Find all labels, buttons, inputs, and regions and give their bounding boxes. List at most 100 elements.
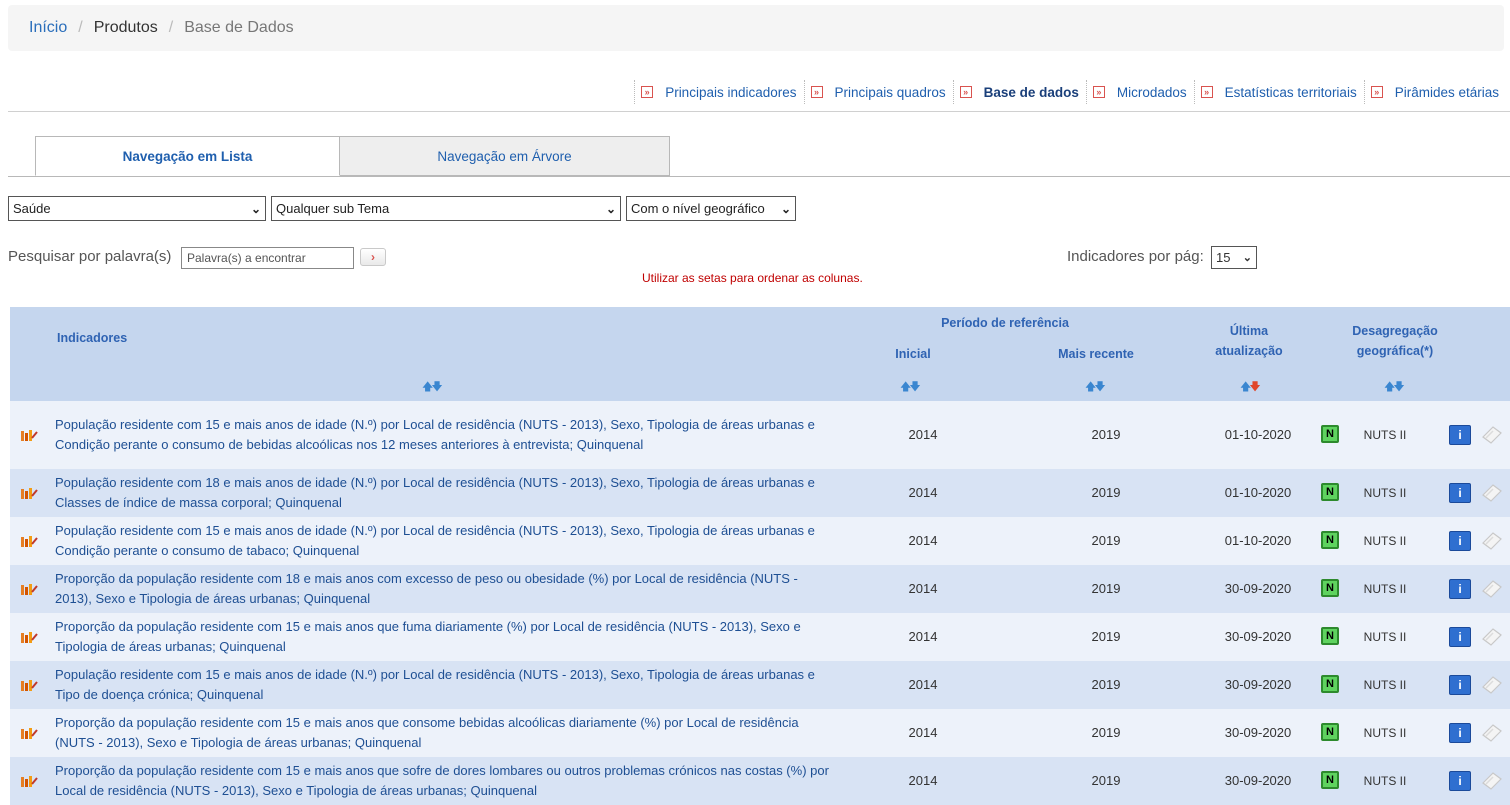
arrow-box-icon: »: [810, 86, 823, 98]
info-icon[interactable]: i: [1449, 771, 1471, 791]
tabs-divider: [8, 176, 1510, 177]
info-icon[interactable]: i: [1449, 627, 1471, 647]
header-recent: Mais recente: [1058, 347, 1134, 361]
subtheme-select-value: Qualquer sub Tema: [276, 201, 390, 216]
add-to-selection-icon[interactable]: [1480, 482, 1504, 504]
product-nav-item[interactable]: » Pirâmides etárias: [1363, 80, 1506, 104]
product-nav-link[interactable]: Estatísticas territoriais: [1225, 85, 1357, 100]
new-badge-icon: N: [1321, 627, 1339, 645]
indicator-link[interactable]: Proporção da população residente com 15 …: [55, 617, 835, 657]
product-nav-item[interactable]: » Microdados: [1085, 80, 1194, 104]
cell-updated: 30-09-2020: [1224, 629, 1292, 644]
add-to-selection-icon[interactable]: [1480, 674, 1504, 696]
indicator-link[interactable]: População residente com 15 e mais anos d…: [55, 415, 835, 455]
indicator-link[interactable]: Proporção da população residente com 18 …: [55, 569, 835, 609]
tab-list-navigation[interactable]: Navegação em Lista: [35, 136, 340, 176]
cell-initial: 2014: [908, 773, 938, 788]
cell-initial: 2014: [908, 533, 938, 548]
sort-arrows-disaggregation[interactable]: 🡅🡇: [1384, 378, 1405, 397]
per-page-label: Indicadores por pág:: [1067, 248, 1204, 265]
sort-up-icon[interactable]: 🡅: [422, 381, 433, 393]
info-icon[interactable]: i: [1449, 483, 1471, 503]
chart-icon[interactable]: [20, 630, 38, 644]
sort-arrows-updated[interactable]: 🡅🡇: [1240, 378, 1261, 397]
add-to-selection-icon[interactable]: [1480, 424, 1504, 446]
indicator-link[interactable]: População residente com 15 e mais anos d…: [55, 521, 835, 561]
chevron-down-icon: ⌄: [605, 201, 616, 216]
add-to-selection-icon[interactable]: [1480, 626, 1504, 648]
product-nav-item[interactable]: » Principais indicadores: [634, 80, 803, 104]
add-to-selection-icon[interactable]: [1480, 578, 1504, 600]
per-page-select[interactable]: 15 ⌄: [1211, 246, 1257, 269]
table-row[interactable]: Proporção da população residente com 15 …: [10, 613, 1510, 661]
add-to-selection-icon[interactable]: [1480, 770, 1504, 792]
product-nav-item[interactable]: » Estatísticas territoriais: [1193, 80, 1364, 104]
cell-recent: 2019: [1091, 427, 1121, 442]
sort-arrows-recent[interactable]: 🡅🡇: [1085, 378, 1106, 397]
search-input[interactable]: Palavra(s) a encontrar: [181, 247, 354, 269]
sort-up-icon[interactable]: 🡅: [1085, 381, 1096, 393]
sort-up-icon[interactable]: 🡅: [1384, 381, 1395, 393]
chart-icon[interactable]: [20, 726, 38, 740]
cell-recent: 2019: [1091, 533, 1121, 548]
header-period: Período de referência: [941, 316, 1069, 330]
product-nav-link[interactable]: Microdados: [1117, 85, 1187, 100]
arrow-box-icon: »: [1200, 86, 1213, 98]
sort-up-icon[interactable]: 🡅: [1240, 381, 1251, 393]
chart-icon[interactable]: [20, 678, 38, 692]
search-button[interactable]: ›: [360, 248, 386, 266]
per-page-value: 15: [1216, 250, 1231, 265]
chart-icon[interactable]: [20, 428, 38, 442]
info-icon[interactable]: i: [1449, 579, 1471, 599]
info-icon[interactable]: i: [1449, 675, 1471, 695]
cell-recent: 2019: [1091, 485, 1121, 500]
product-nav-link[interactable]: Base de dados: [984, 85, 1079, 100]
chart-icon[interactable]: [20, 486, 38, 500]
sort-up-icon[interactable]: 🡅: [900, 381, 911, 393]
breadcrumb-products-link[interactable]: Produtos: [94, 19, 158, 37]
table-row[interactable]: População residente com 18 e mais anos d…: [10, 469, 1510, 517]
info-icon[interactable]: i: [1449, 425, 1471, 445]
table-row[interactable]: População residente com 15 e mais anos d…: [10, 661, 1510, 709]
cell-recent: 2019: [1091, 773, 1121, 788]
product-nav-item-active[interactable]: » Base de dados: [952, 80, 1086, 104]
table-row[interactable]: População residente com 15 e mais anos d…: [10, 401, 1510, 469]
indicator-link[interactable]: Proporção da população residente com 15 …: [55, 713, 835, 753]
indicator-link[interactable]: População residente com 15 e mais anos d…: [55, 665, 835, 705]
table-row[interactable]: População residente com 15 e mais anos d…: [10, 517, 1510, 565]
sort-down-icon[interactable]: 🡇: [1393, 381, 1404, 393]
table-row[interactable]: Proporção da população residente com 15 …: [10, 757, 1510, 805]
geo-level-select[interactable]: Com o nível geográfico ⌄: [626, 196, 796, 221]
chart-icon[interactable]: [20, 582, 38, 596]
sort-arrows-initial[interactable]: 🡅🡇: [900, 378, 921, 397]
sort-arrows-indicators[interactable]: 🡅🡇: [422, 378, 443, 397]
info-icon[interactable]: i: [1449, 723, 1471, 743]
indicator-link[interactable]: População residente com 18 e mais anos d…: [55, 473, 835, 513]
chart-icon[interactable]: [20, 774, 38, 788]
sort-down-icon[interactable]: 🡇: [909, 381, 920, 393]
theme-select-value: Saúde: [13, 201, 51, 216]
theme-select[interactable]: Saúde ⌄: [8, 196, 266, 221]
table-row[interactable]: Proporção da população residente com 18 …: [10, 565, 1510, 613]
breadcrumb: Início / Produtos / Base de Dados: [8, 5, 1504, 51]
indicator-link[interactable]: Proporção da população residente com 15 …: [55, 761, 835, 801]
tab-tree-navigation[interactable]: Navegação em Árvore: [339, 136, 670, 176]
add-to-selection-icon[interactable]: [1480, 530, 1504, 552]
sort-down-icon-active[interactable]: 🡇: [1249, 381, 1260, 393]
sort-down-icon[interactable]: 🡇: [431, 381, 442, 393]
product-nav-link[interactable]: Principais indicadores: [665, 85, 796, 100]
product-nav-item[interactable]: » Principais quadros: [803, 80, 953, 104]
chart-icon[interactable]: [20, 534, 38, 548]
product-nav-link[interactable]: Pirâmides etárias: [1395, 85, 1499, 100]
subtheme-select[interactable]: Qualquer sub Tema ⌄: [271, 196, 621, 221]
sort-down-icon[interactable]: 🡇: [1094, 381, 1105, 393]
product-nav-link[interactable]: Principais quadros: [835, 85, 946, 100]
cell-updated: 01-10-2020: [1224, 533, 1292, 548]
info-icon[interactable]: i: [1449, 531, 1471, 551]
arrow-box-icon: »: [641, 86, 654, 98]
add-to-selection-icon[interactable]: [1480, 722, 1504, 744]
table-row[interactable]: Proporção da população residente com 15 …: [10, 709, 1510, 757]
new-badge-icon: N: [1321, 425, 1339, 443]
breadcrumb-home-link[interactable]: Início: [29, 19, 67, 37]
cell-geo: NUTS II: [1363, 486, 1407, 500]
